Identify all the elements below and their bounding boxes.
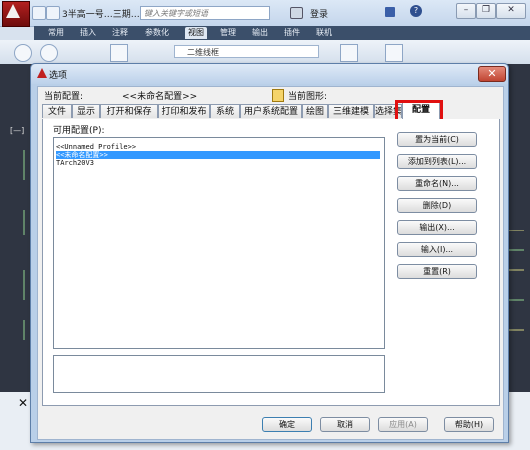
autocad-icon	[37, 68, 47, 78]
list-item-selected[interactable]: <<未命名配置>>	[56, 151, 380, 159]
dialog-title: 选项	[49, 71, 68, 81]
add-to-list-button[interactable]: 添加到列表(L)...	[397, 154, 477, 169]
ribbon-tab-manage[interactable]: 管理	[220, 27, 236, 39]
ribbon-tab-plugins[interactable]: 插件	[284, 27, 300, 39]
tab-user-preferences[interactable]: 用户系统配置	[240, 104, 302, 118]
dialog-footer: 确定 取消 应用(A) 帮助(H)	[38, 409, 503, 439]
viewport-icon[interactable]	[340, 44, 358, 62]
exchange-icon[interactable]	[385, 7, 395, 17]
delete-button[interactable]: 删除(D)	[397, 198, 477, 213]
viewport-label[interactable]: [—]	[10, 126, 24, 135]
document-title: 3半高一号…三期…	[62, 10, 140, 20]
search-input[interactable]: 键入关键字或短语	[140, 6, 270, 20]
help-icon[interactable]: ?	[410, 5, 422, 17]
dialog-body: 当前配置: <<未命名配置>> 当前图形: 文件 显示 打开和保存 打印和发布 …	[37, 86, 504, 440]
ribbon-tab-view[interactable]: 视图	[185, 27, 207, 39]
save-icon[interactable]	[46, 6, 60, 20]
tab-strip: 文件 显示 打开和保存 打印和发布 系统 用户系统配置 绘图 三维建模 选择集 …	[42, 100, 498, 122]
set-current-button[interactable]: 置为当前(C)	[397, 132, 477, 147]
list-item[interactable]: <<Unnamed Profile>>	[56, 143, 136, 151]
tab-files[interactable]: 文件	[42, 104, 72, 118]
current-drawing-label: 当前图形:	[288, 92, 328, 102]
ribbon-tab-home[interactable]: 常用	[48, 27, 64, 39]
export-button[interactable]: 输出(X)...	[397, 220, 477, 235]
tab-display[interactable]: 显示	[72, 104, 100, 118]
command-close-icon[interactable]: ✕	[18, 396, 28, 410]
profile-description-box	[53, 355, 385, 393]
visual-style-dropdown[interactable]: 二维线框	[174, 45, 319, 58]
pan-icon[interactable]	[14, 44, 32, 62]
list-item[interactable]: TArch20V3	[56, 159, 94, 167]
ok-button[interactable]: 确定	[262, 417, 312, 432]
autocad-logo-icon	[6, 4, 20, 18]
ribbon-tab-output[interactable]: 输出	[252, 27, 268, 39]
dialog-close-button[interactable]: ✕	[478, 66, 506, 82]
cancel-button[interactable]: 取消	[320, 417, 370, 432]
sign-in-button[interactable]: 登录	[310, 7, 328, 20]
apply-button[interactable]: 应用(A)	[378, 417, 428, 432]
tab-3d-modeling[interactable]: 三维建模	[328, 104, 374, 118]
tab-drafting[interactable]: 绘图	[302, 104, 328, 118]
available-profiles-label: 可用配置(P):	[53, 126, 105, 136]
ribbon-tab-bar	[34, 26, 530, 40]
help-button[interactable]: 帮助(H)	[444, 417, 494, 432]
tab-system[interactable]: 系统	[210, 104, 240, 118]
tab-open-save[interactable]: 打开和保存	[100, 104, 158, 118]
drawing-icon	[272, 89, 284, 102]
open-icon[interactable]	[32, 6, 46, 20]
profiles-listbox[interactable]: <<Unnamed Profile>> <<未命名配置>> TArch20V3	[53, 137, 385, 349]
import-button[interactable]: 输入(I)...	[397, 242, 477, 257]
orbit-icon[interactable]	[40, 44, 58, 62]
palette-icon[interactable]	[385, 44, 403, 62]
view-icon[interactable]	[110, 44, 128, 62]
ribbon-tab-annotate[interactable]: 注释	[112, 27, 128, 39]
binoculars-icon[interactable]	[290, 7, 303, 19]
minimize-button[interactable]: –	[456, 3, 476, 19]
current-profile-value: <<未命名配置>>	[122, 92, 198, 102]
rename-button[interactable]: 重命名(N)...	[397, 176, 477, 191]
ribbon-tab-insert[interactable]: 插入	[80, 27, 96, 39]
options-dialog: 选项 ✕ 当前配置: <<未命名配置>> 当前图形: 文件 显示 打开和保存 打…	[30, 63, 509, 443]
profiles-panel: 可用配置(P): <<Unnamed Profile>> <<未命名配置>> T…	[42, 119, 500, 406]
dialog-titlebar[interactable]	[31, 64, 508, 84]
ribbon-tab-online[interactable]: 联机	[316, 27, 332, 39]
app-close-button[interactable]: ✕	[496, 3, 526, 19]
reset-button[interactable]: 重置(R)	[397, 264, 477, 279]
tab-plot-publish[interactable]: 打印和发布	[158, 104, 210, 118]
restore-button[interactable]: ❐	[476, 3, 496, 19]
ribbon-tab-parametric[interactable]: 参数化	[145, 27, 169, 39]
current-profile-label: 当前配置:	[44, 92, 84, 102]
